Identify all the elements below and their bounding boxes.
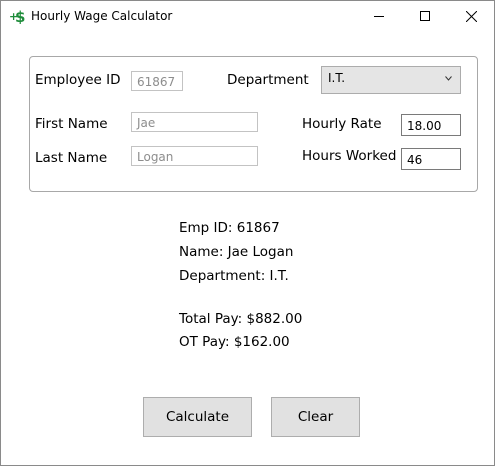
first-name-field[interactable]: Jae (131, 112, 258, 132)
department-label: Department (227, 72, 309, 88)
minimize-icon (374, 16, 384, 17)
employee-id-field[interactable]: 61867 (131, 71, 183, 91)
department-dropdown[interactable]: I.T. (321, 66, 461, 94)
result-emp-id: Emp ID: 61867 (179, 220, 280, 236)
maximize-icon (420, 11, 430, 21)
result-department: Department: I.T. (179, 268, 289, 284)
last-name-field[interactable]: Logan (131, 146, 258, 166)
department-selected-value: I.T. (328, 71, 346, 85)
hourly-rate-label: Hourly Rate (302, 116, 382, 132)
last-name-label: Last Name (35, 150, 108, 166)
result-total-pay: Total Pay: $882.00 (179, 311, 303, 327)
close-icon (465, 10, 477, 22)
result-ot-pay: OT Pay: $162.00 (179, 334, 290, 350)
app-window: + $ Hourly Wage Calculator Employee ID 6… (0, 0, 495, 466)
hourly-rate-field[interactable]: 18.00 (401, 114, 461, 136)
chevron-down-icon (445, 76, 452, 81)
close-button[interactable] (448, 1, 494, 31)
result-name: Name: Jae Logan (179, 244, 294, 260)
window-title: Hourly Wage Calculator (31, 9, 173, 23)
first-name-label: First Name (35, 116, 108, 132)
calculate-button[interactable]: Calculate (143, 397, 252, 437)
maximize-button[interactable] (402, 1, 448, 31)
minimize-button[interactable] (356, 1, 402, 31)
dollar-plus-icon: + $ (9, 8, 25, 24)
clear-button[interactable]: Clear (271, 397, 360, 437)
title-bar[interactable]: + $ Hourly Wage Calculator (1, 1, 494, 31)
hours-worked-label: Hours Worked (302, 148, 397, 164)
hours-worked-field[interactable]: 46 (401, 148, 461, 170)
employee-id-label: Employee ID (35, 72, 121, 88)
svg-text:$: $ (15, 8, 25, 24)
